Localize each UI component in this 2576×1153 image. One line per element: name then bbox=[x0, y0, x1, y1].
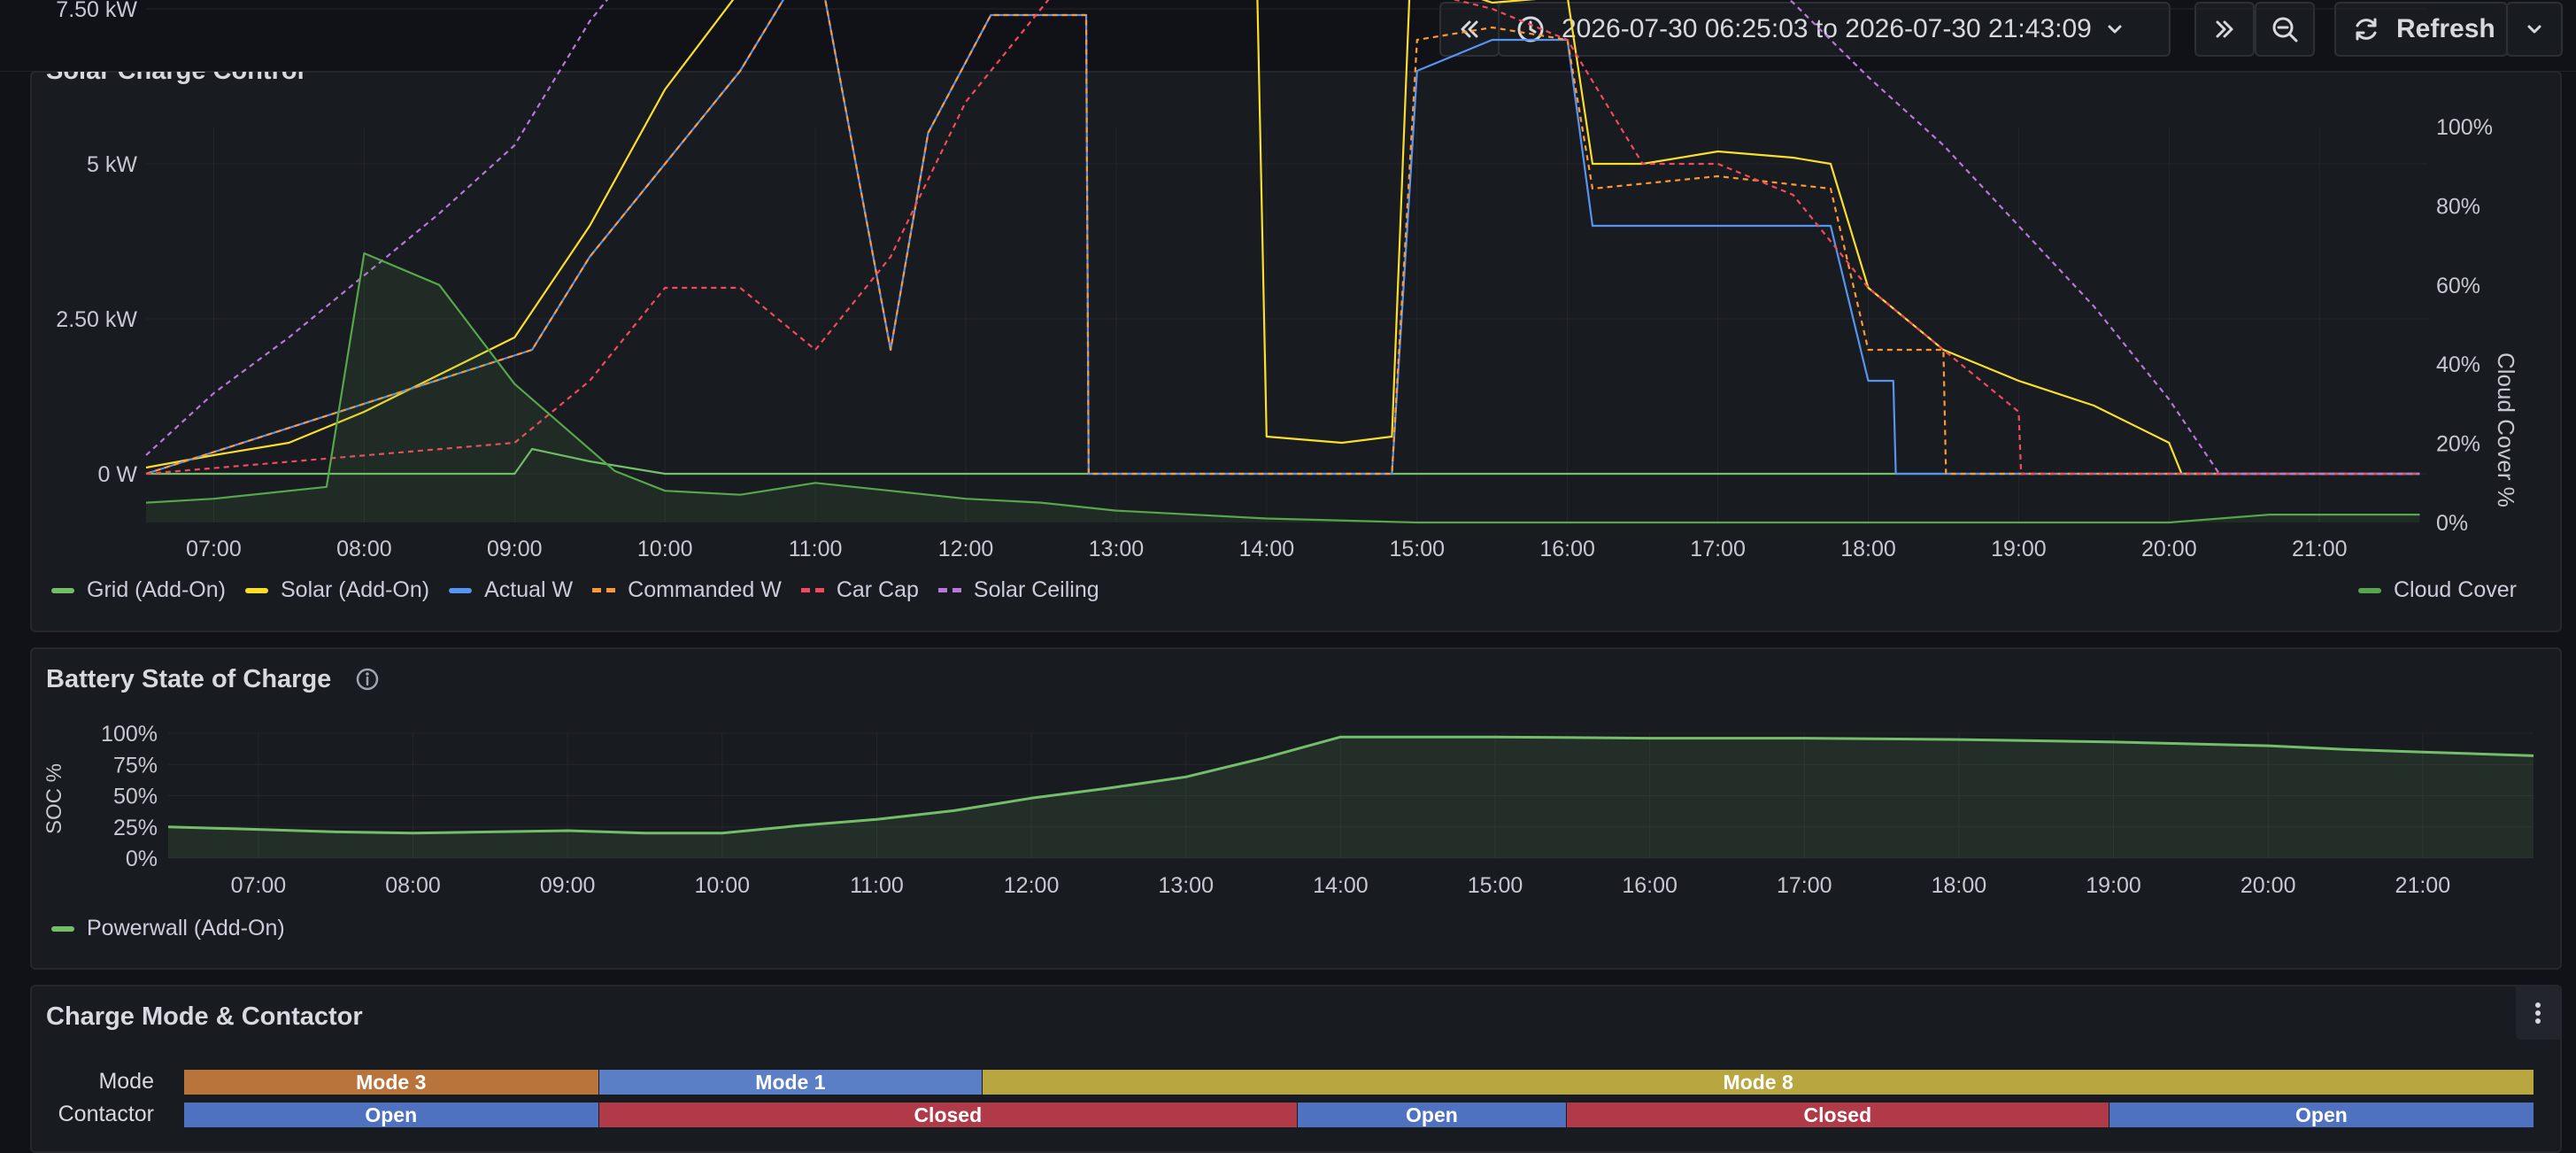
y-tick-label: 5 kW bbox=[87, 152, 137, 177]
right-axis-label: Cloud Cover % bbox=[2493, 352, 2519, 507]
legend-item-actual[interactable]: Actual W bbox=[449, 577, 573, 603]
x-tick-label: 14:00 bbox=[1239, 537, 1295, 561]
legend-item-solar[interactable]: Solar (Add-On) bbox=[244, 577, 429, 603]
y-tick-label: 100% bbox=[101, 722, 158, 747]
solar-chart: 0 W2.50 kW5 kW7.50 kW10 kW12.5 kW0%20%40… bbox=[56, 0, 2493, 561]
timeline-segment-mode-3[interactable]: Mode 3 bbox=[184, 1070, 599, 1095]
timeline-segment-open[interactable]: Open bbox=[2109, 1103, 2534, 1127]
x-tick-label: 07:00 bbox=[231, 873, 287, 898]
x-tick-label: 11:00 bbox=[789, 537, 843, 561]
timeline-segment-mode-8[interactable]: Mode 8 bbox=[983, 1070, 2534, 1095]
legend-item-solar-ceiling[interactable]: Solar Ceiling bbox=[937, 577, 1099, 603]
x-tick-label: 17:00 bbox=[1777, 873, 1832, 898]
x-tick-label: 15:00 bbox=[1389, 537, 1445, 561]
y-tick-label: 25% bbox=[113, 816, 158, 840]
panel-menu-button[interactable] bbox=[2516, 987, 2560, 1040]
x-tick-label: 08:00 bbox=[336, 537, 392, 561]
series-area-cloud-cover bbox=[146, 253, 2420, 522]
x-tick-label: 21:00 bbox=[2395, 873, 2451, 898]
timeline-segment-open[interactable]: Open bbox=[184, 1103, 599, 1127]
y-tick-label: 7.50 kW bbox=[56, 0, 137, 22]
series-area-powerwall-add-on bbox=[168, 737, 2534, 858]
y-right-tick-label: 80% bbox=[2436, 194, 2480, 219]
y-right-tick-label: 0% bbox=[2436, 511, 2468, 536]
charge-mode-panel: Charge Mode & Contactor bbox=[30, 985, 2562, 1153]
y-right-tick-label: 100% bbox=[2436, 115, 2493, 140]
x-tick-label: 20:00 bbox=[2241, 873, 2296, 898]
y-tick-label: 0 W bbox=[98, 462, 138, 487]
y-tick-label: 75% bbox=[113, 753, 158, 778]
y-right-tick-label: 20% bbox=[2436, 432, 2480, 457]
timeline-segment-mode-1[interactable]: Mode 1 bbox=[598, 1070, 983, 1095]
x-tick-label: 11:00 bbox=[850, 873, 904, 898]
x-tick-label: 16:00 bbox=[1539, 537, 1595, 561]
x-tick-label: 08:00 bbox=[385, 873, 441, 898]
panel-title: Charge Mode & Contactor bbox=[46, 1002, 363, 1031]
solar-legend: Grid (Add-On) Solar (Add-On) Actual W Co… bbox=[51, 577, 1119, 603]
y-tick-label: 0% bbox=[126, 847, 158, 871]
x-tick-label: 07:00 bbox=[186, 537, 242, 561]
timeline-segment-open[interactable]: Open bbox=[1298, 1103, 1567, 1127]
x-tick-label: 12:00 bbox=[938, 537, 994, 561]
y-axis-label: SOC % bbox=[42, 762, 66, 834]
legend-right: Cloud Cover bbox=[2358, 577, 2536, 603]
x-tick-label: 19:00 bbox=[2086, 873, 2141, 898]
x-tick-label: 19:00 bbox=[1991, 537, 2047, 561]
kebab-menu-icon bbox=[2535, 1002, 2541, 1024]
x-tick-label: 09:00 bbox=[487, 537, 543, 561]
timeline-segment-closed[interactable]: Closed bbox=[1566, 1103, 2109, 1127]
soc-chart: 0% 25% 50% 75% 100% 07:00 08:00 09:00 10:00 11:00… bbox=[101, 722, 2534, 898]
x-tick-label: 14:00 bbox=[1313, 873, 1369, 898]
y-tick-label: 50% bbox=[113, 785, 158, 809]
x-tick-label: 21:00 bbox=[2292, 537, 2348, 561]
x-tick-label: 10:00 bbox=[695, 873, 751, 898]
x-tick-label: 13:00 bbox=[1158, 873, 1214, 898]
legend-item-cloud-cover[interactable]: Cloud Cover bbox=[2358, 577, 2517, 603]
x-tick-label: 12:00 bbox=[1004, 873, 1060, 898]
legend-item-car-cap[interactable]: Car Cap bbox=[800, 577, 919, 603]
x-tick-label: 18:00 bbox=[1840, 537, 1896, 561]
soc-legend: Powerwall (Add-On) bbox=[51, 916, 305, 941]
x-tick-label: 17:00 bbox=[1690, 537, 1746, 561]
x-tick-label: 09:00 bbox=[540, 873, 596, 898]
y-right-tick-label: 40% bbox=[2436, 352, 2480, 377]
y-right-tick-label: 60% bbox=[2436, 274, 2480, 298]
y-tick-label: 2.50 kW bbox=[56, 307, 137, 332]
row-label-mode: Mode bbox=[98, 1069, 154, 1094]
row-label-contactor: Contactor bbox=[58, 1102, 154, 1126]
x-tick-label: 13:00 bbox=[1089, 537, 1145, 561]
x-tick-label: 20:00 bbox=[2141, 537, 2197, 561]
legend-item-grid[interactable]: Grid (Add-On) bbox=[51, 577, 226, 603]
timeline-segment-closed[interactable]: Closed bbox=[598, 1103, 1299, 1127]
x-tick-label: 16:00 bbox=[1622, 873, 1677, 898]
legend-item-powerwall[interactable]: Powerwall (Add-On) bbox=[51, 916, 285, 941]
x-tick-label: 10:00 bbox=[637, 537, 693, 561]
x-tick-label: 18:00 bbox=[1932, 873, 1987, 898]
legend-item-commanded[interactable]: Commanded W bbox=[592, 577, 782, 603]
x-tick-label: 15:00 bbox=[1468, 873, 1523, 898]
